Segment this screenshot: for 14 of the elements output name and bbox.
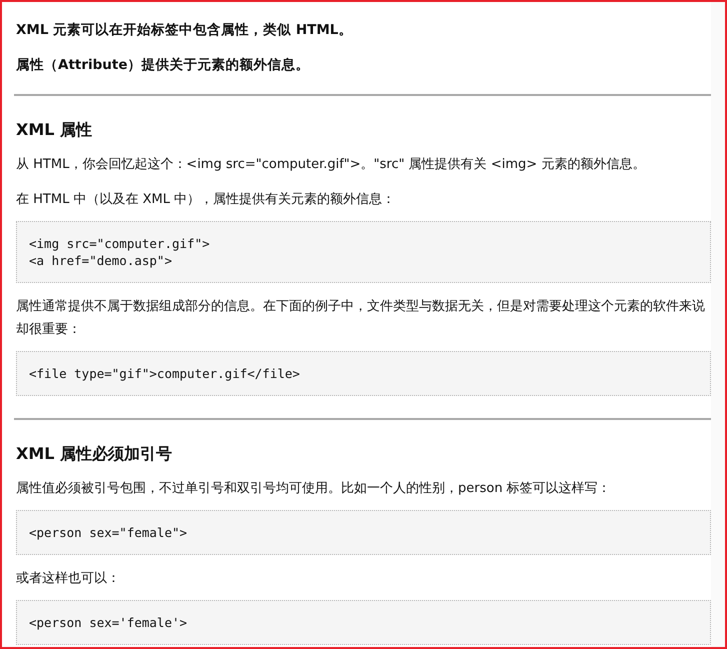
section-heading: XML 属性 [16, 120, 94, 141]
paragraph: 属性通常提供不属于数据组成部分的信息。在下面的例子中，文件类型与数据无关，但是对需要处理这个元素的软件来说却很重要： [16, 298, 706, 339]
paragraph: 或者这样也可以： [16, 570, 121, 588]
code-line: <file type="gif">computer.gif</file> [29, 365, 301, 382]
intro-text: XML 元素可以在开始标签中包含属性，类似 HTML。 [16, 21, 354, 39]
code-line: <img src="computer.gif"> [29, 235, 211, 252]
section-heading: XML 属性必须加引号 [16, 444, 174, 465]
paragraph: 属性值必须被引号包围，不过单引号和双引号均可使用。比如一个人的性别，person 标签可以这样写： [16, 480, 612, 498]
paragraph: 在 HTML 中（以及在 XML 中），属性提供有关元素的额外信息： [16, 191, 396, 209]
intro-text: 属性（Attribute）提供关于元素的额外信息。 [16, 56, 311, 74]
code-line: <person sex='female'> [29, 614, 188, 631]
code-line: <person sex="female"> [29, 524, 188, 541]
paragraph: 从 HTML，你会回忆起这个：<img src="computer.gif">。"src" 属性提供有关 <img> 元素的额外信息。 [16, 156, 646, 174]
code-line: <a href="demo.asp"> [29, 252, 173, 269]
